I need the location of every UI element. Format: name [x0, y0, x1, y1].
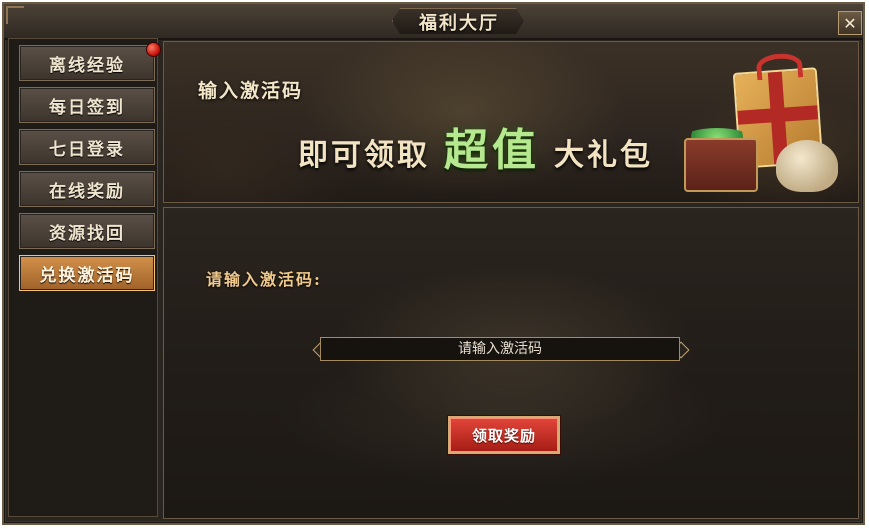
close-button[interactable]: ✕ — [838, 11, 862, 35]
title-corner-ornament — [6, 6, 24, 24]
banner-headline-highlight: 超值 — [444, 125, 540, 176]
sidebar-item-label: 资源找回 — [49, 223, 125, 244]
gift-ribbon — [737, 105, 819, 125]
sidebar: 离线经验 每日签到 七日登录 在线奖励 资源找回 兑换激活码 — [8, 38, 158, 517]
title-bar: 福利大厅 ✕ — [4, 4, 863, 40]
sidebar-item-online-reward[interactable]: 在线奖励 — [19, 171, 155, 207]
sidebar-item-label: 兑换激活码 — [39, 265, 135, 286]
banner-headline-part1: 即可领取 — [298, 138, 430, 173]
promo-banner: 输入激活码 即可领取 超值 大礼包 — [163, 41, 859, 203]
sidebar-item-label: 七日登录 — [49, 139, 125, 160]
gift-bow — [755, 52, 804, 81]
treasure-bag-icon — [776, 140, 838, 192]
sidebar-item-label: 离线经验 — [49, 55, 125, 76]
close-icon: ✕ — [843, 13, 857, 33]
sidebar-item-offline-exp[interactable]: 离线经验 — [19, 45, 155, 81]
banner-headline-part2: 大礼包 — [554, 138, 653, 173]
sidebar-item-label: 每日签到 — [49, 97, 125, 118]
window-title: 福利大厅 — [419, 13, 499, 34]
notification-dot — [146, 42, 161, 57]
sidebar-item-redeem-code[interactable]: 兑换激活码 — [19, 255, 155, 291]
sidebar-item-resource-recovery[interactable]: 资源找回 — [19, 213, 155, 249]
banner-headline: 即可领取 超值 大礼包 — [298, 114, 653, 178]
redeem-code-input[interactable] — [320, 337, 680, 361]
treasure-chest-icon — [684, 138, 758, 192]
redeem-code-label: 请输入激活码: — [206, 270, 322, 289]
sidebar-item-label: 在线奖励 — [49, 181, 125, 202]
sidebar-item-seven-day-login[interactable]: 七日登录 — [19, 129, 155, 165]
sidebar-item-daily-checkin[interactable]: 每日签到 — [19, 87, 155, 123]
banner-subtitle: 输入激活码 — [198, 80, 304, 102]
title-plate: 福利大厅 — [392, 8, 524, 34]
redeem-panel: 请输入激活码: 领取奖励 — [163, 207, 859, 519]
claim-reward-button[interactable]: 领取奖励 — [448, 416, 560, 454]
